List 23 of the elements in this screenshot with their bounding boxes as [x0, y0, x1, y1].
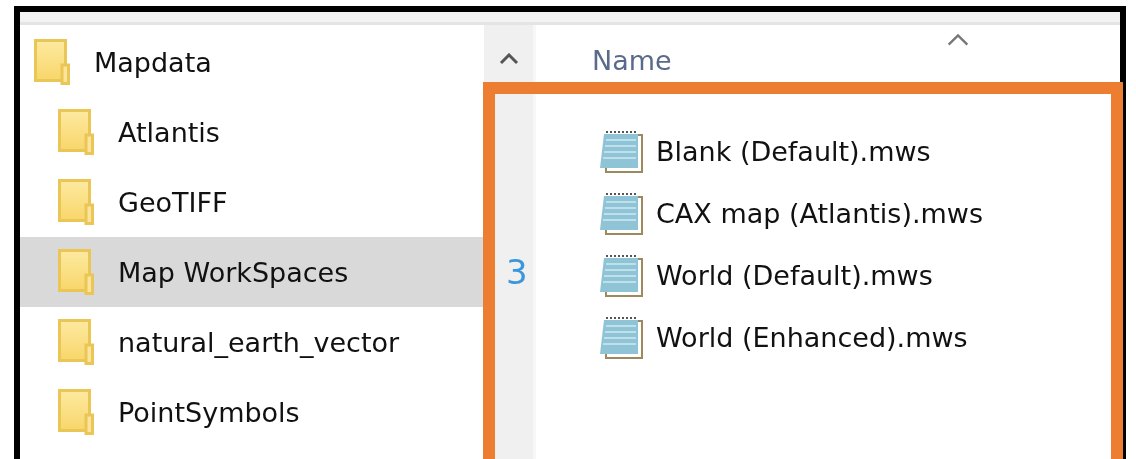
folder-icon — [58, 179, 94, 225]
folder-icon — [58, 109, 94, 155]
document-icon — [598, 314, 644, 360]
document-icon — [598, 252, 644, 298]
tree-item[interactable]: Mapdata — [20, 27, 484, 97]
tree-item[interactable]: GeoTIFF — [20, 167, 484, 237]
tree-item[interactable]: Atlantis — [20, 97, 484, 167]
document-icon — [598, 190, 644, 236]
folder-icon — [58, 319, 94, 365]
callout-number: 3 — [506, 252, 528, 292]
file-name[interactable]: CAX map (Atlantis).mws — [656, 197, 983, 229]
tree-item[interactable]: PointSymbols — [20, 377, 484, 447]
folder-icon — [58, 249, 94, 295]
file-name[interactable]: World (Enhanced).mws — [656, 321, 968, 353]
tree-item[interactable]: natural_earth_vector — [20, 307, 484, 377]
folder-icon — [34, 39, 70, 85]
document-icon — [598, 128, 644, 174]
scroll-up-icon — [498, 53, 519, 65]
column-header[interactable]: Name — [592, 44, 672, 76]
file-name[interactable]: World (Default).mws — [656, 259, 933, 291]
folder-icon — [58, 389, 94, 435]
file-name[interactable]: Blank (Default).mws — [656, 135, 931, 167]
tree-item[interactable]: Map WorkSpaces — [20, 237, 484, 307]
